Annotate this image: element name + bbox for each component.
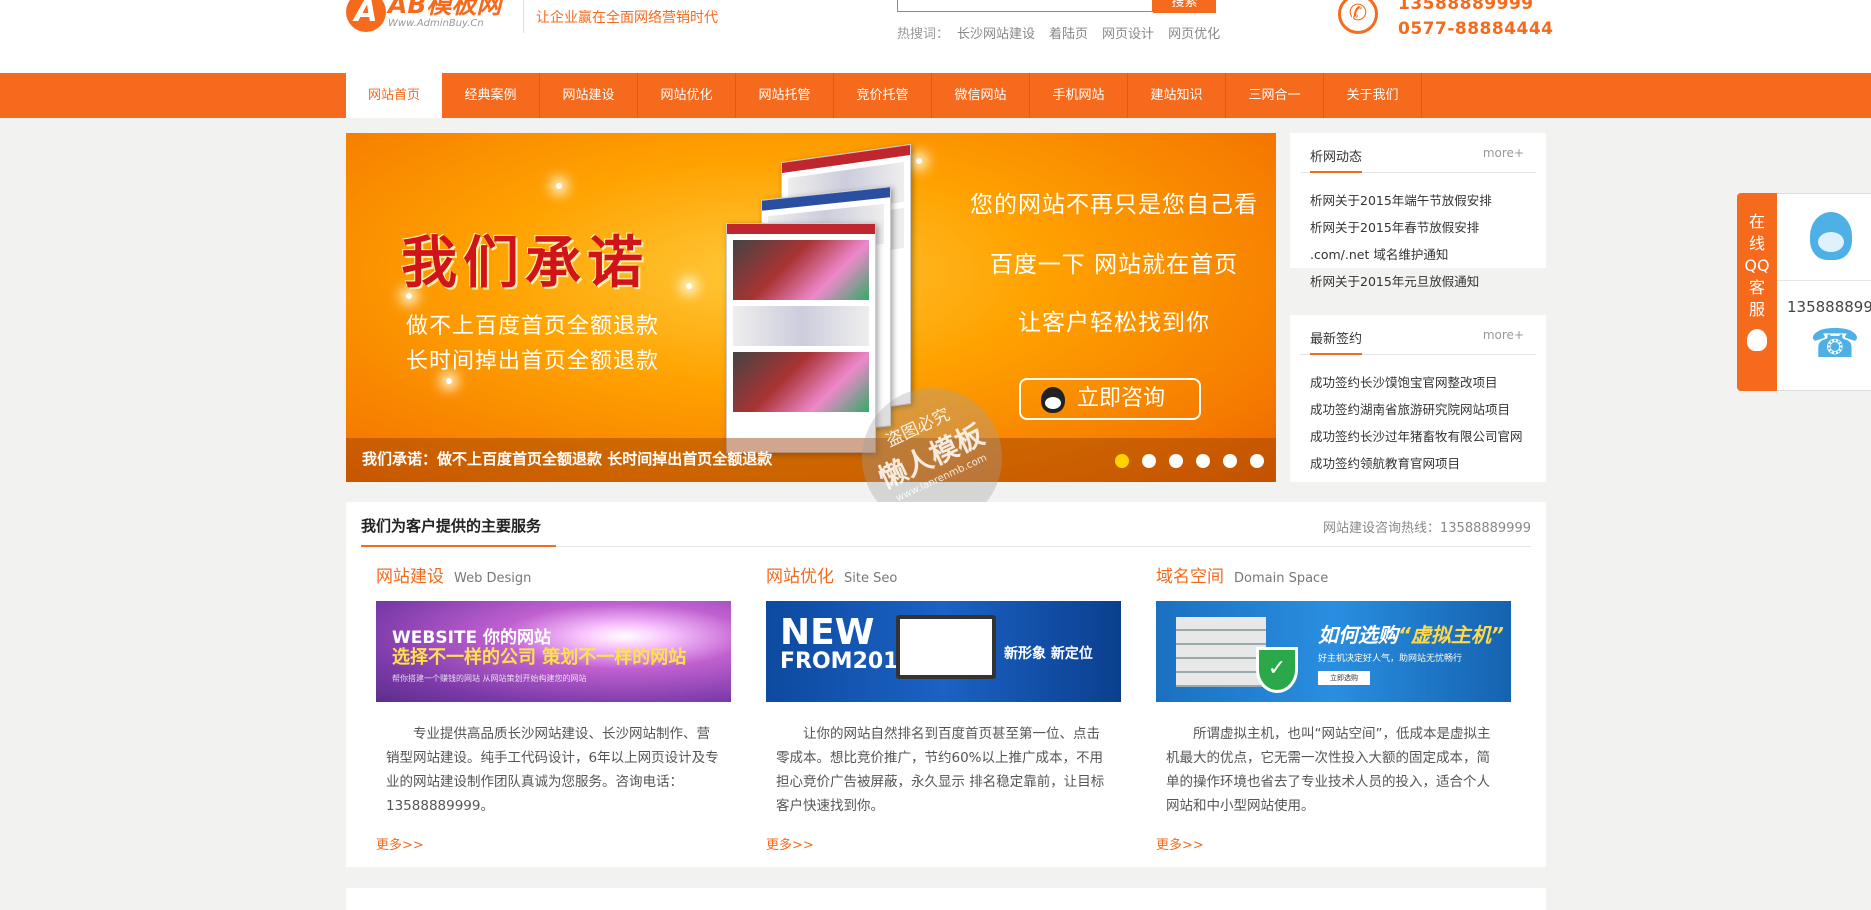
hot-label: 热搜词： xyxy=(897,27,950,42)
nav-item-ppc[interactable]: 竞价托管 xyxy=(834,73,932,118)
nav-item-knowledge[interactable]: 建站知识 xyxy=(1128,73,1226,118)
online-service-tab[interactable]: 在 线 QQ 客 服 xyxy=(1737,193,1777,391)
slider-dot-4[interactable] xyxy=(1196,454,1210,468)
signing-item[interactable]: 成功签约长沙过年猪畜牧有限公司官网 xyxy=(1310,423,1526,450)
banner-right-line: 让客户轻松找到你 xyxy=(1018,310,1210,336)
sparkle xyxy=(556,183,562,189)
hot-word-link[interactable]: 着陆页 xyxy=(1049,23,1088,42)
slider-dot-2[interactable] xyxy=(1142,454,1156,468)
service-image-web-design[interactable]: WEBSITE 你的网站 选择不一样的公司 策划不一样的网站 帮你搭建一个赚钱的… xyxy=(376,601,731,702)
signing-item[interactable]: 成功签约湖南省旅游研究院网站项目 xyxy=(1310,396,1526,423)
header-phones: 13588889999 0577-88884444 xyxy=(1398,0,1554,42)
slider-dot-5[interactable] xyxy=(1223,454,1237,468)
header: A AB模板网 Www.AdminBuy.Cn 让企业赢在全面网络营销时代 搜索… xyxy=(0,0,1871,73)
banner-caption-bar: 我们承诺：做不上百度首页全额退款 长时间掉出首页全额退款 xyxy=(346,438,1276,482)
header-phone-landline: 0577-88884444 xyxy=(1398,19,1554,39)
hot-word-link[interactable]: 网页优化 xyxy=(1168,23,1220,42)
consult-now-button[interactable]: 立即咨询 xyxy=(1019,378,1201,420)
telephone-icon[interactable]: ☎ xyxy=(1810,324,1860,364)
nav-item-cases[interactable]: 经典案例 xyxy=(442,73,540,118)
qq-penguin-icon[interactable] xyxy=(1810,212,1852,260)
logo[interactable]: A AB模板网 Www.AdminBuy.Cn xyxy=(346,0,501,36)
slider-dot-3[interactable] xyxy=(1169,454,1183,468)
service-description: 专业提供高品质长沙网站建设、长沙网站制作、营销型网站建设。纯手工代码设计，6年以… xyxy=(386,726,719,814)
news-item[interactable]: 析网关于2015年春节放假安排 xyxy=(1310,214,1526,241)
services-hotline: 网站建设咨询热线：13588889999 xyxy=(1323,521,1531,536)
search-button[interactable]: 搜索 xyxy=(1153,0,1216,13)
news-item[interactable]: .com/.net 域名维护通知 xyxy=(1310,241,1526,268)
news-item[interactable]: 析网关于2015年端午节放假安排 xyxy=(1310,187,1526,214)
security-shield-icon: ✓ xyxy=(1256,647,1298,693)
banner-line: 做不上百度首页全额退款 xyxy=(406,314,660,339)
service-image-seo[interactable]: NEW FROM2012 新形象 新定位 xyxy=(766,601,1121,702)
nav-item-home[interactable]: 网站首页 xyxy=(346,73,442,118)
signing-item[interactable]: 成功签约长沙馍饱宝官网整改项目 xyxy=(1310,369,1526,396)
banner-title: 我们承诺 xyxy=(401,230,649,296)
service-description: 让你的网站自然排名到百度首页甚至第一位、点击零成本。想比竞价推广，节约60%以上… xyxy=(776,726,1105,814)
slider-dot-6[interactable] xyxy=(1250,454,1264,468)
hot-word-link[interactable]: 网页设计 xyxy=(1102,23,1154,42)
header-phone-mobile: 13588889999 xyxy=(1398,0,1534,14)
server-rack-icon xyxy=(1176,617,1266,687)
main-services-section: 我们为客户提供的主要服务 网站建设咨询热线：13588889999 网站建设 We… xyxy=(346,502,1546,867)
logo-mark: A xyxy=(346,0,386,32)
nav-item-hosting[interactable]: 网站托管 xyxy=(736,73,834,118)
qq-icon xyxy=(1747,329,1767,351)
logo-url: Www.AdminBuy.Cn xyxy=(388,18,484,29)
nav-item-wechat[interactable]: 微信网站 xyxy=(932,73,1030,118)
main-nav: 网站首页 经典案例 网站建设 网站优化 网站托管 竞价托管 微信网站 手机网站 … xyxy=(0,73,1871,118)
service-title-en: Web Design xyxy=(454,571,532,586)
services-title: 我们为客户提供的主要服务 xyxy=(361,517,542,535)
service-more-link[interactable]: 更多>> xyxy=(376,834,732,853)
service-phone-number: 13588889999 xyxy=(1787,298,1871,316)
slider-dot-1[interactable] xyxy=(1115,454,1129,468)
service-description: 所谓虚拟主机，也叫“网站空间”，低成本是虚拟主机最大的优点，它无需一次性投入大额… xyxy=(1166,726,1491,814)
news-panel-title: 析网动态 xyxy=(1310,150,1363,165)
service-title-en: Domain Space xyxy=(1234,571,1329,586)
slider-dots xyxy=(1115,454,1264,468)
banner-right-line: 百度一下 网站就在首页 xyxy=(989,252,1239,278)
nav-item-three-in-one[interactable]: 三网合一 xyxy=(1226,73,1324,118)
service-title-en: Site Seo xyxy=(844,571,898,586)
hot-words: 热搜词： 长沙网站建设 着陆页 网页设计 网页优化 xyxy=(897,23,1234,42)
nav-item-web-build[interactable]: 网站建设 xyxy=(540,73,638,118)
next-section-box xyxy=(346,888,1546,910)
monitor-icon xyxy=(896,615,996,679)
news-item[interactable]: 析网关于2015年元旦放假通知 xyxy=(1310,268,1526,295)
news-more-link[interactable]: more+ xyxy=(1483,146,1524,160)
phone-icon: ✆ xyxy=(1338,0,1378,34)
banner-right-line: 您的网站不再只是您自己看 xyxy=(970,192,1258,218)
banner-caption: 我们承诺：做不上百度首页全额退款 长时间掉出首页全额退款 xyxy=(362,450,773,468)
sparkle xyxy=(686,283,692,289)
signing-item[interactable]: 成功签约领航教育官网项目 xyxy=(1310,450,1526,477)
news-panel: 析网动态 more+ 析网关于2015年端午节放假安排 析网关于2015年春节放… xyxy=(1290,133,1546,289)
sparkle xyxy=(446,378,452,384)
service-title[interactable]: 域名空间 xyxy=(1156,567,1224,587)
online-service-panel: 13588889999 ☎ xyxy=(1777,193,1871,391)
banner-slider[interactable]: 我们承诺 做不上百度首页全额退款 长时间掉出首页全额退款 您的网站不再只是您自己… xyxy=(346,133,1276,482)
slogan: 让企业赢在全面网络营销时代 xyxy=(536,10,718,26)
service-title[interactable]: 网站建设 xyxy=(376,567,444,587)
consult-now-label: 立即咨询 xyxy=(1077,386,1166,411)
logo-text: AB模板网 xyxy=(388,0,502,19)
signings-panel: 最新签约 more+ 成功签约长沙馍饱宝官网整改项目 成功签约湖南省旅游研究院网… xyxy=(1290,315,1546,482)
service-column-web-design: 网站建设 Web Design WEBSITE 你的网站 选择不一样的公司 策划不… xyxy=(376,562,732,853)
qq-icon xyxy=(1041,387,1065,413)
nav-item-about[interactable]: 关于我们 xyxy=(1324,73,1422,118)
hot-word-link[interactable]: 长沙网站建设 xyxy=(957,23,1035,42)
service-column-domain-space: 域名空间 Domain Space ✓ 如何选购“虚拟主机” 好主机决定好人气，助… xyxy=(1156,562,1512,853)
search-input[interactable] xyxy=(897,0,1153,12)
nav-item-mobile[interactable]: 手机网站 xyxy=(1030,73,1128,118)
banner-line: 长时间掉出首页全额退款 xyxy=(406,349,660,374)
signings-panel-title: 最新签约 xyxy=(1310,332,1363,347)
service-more-link[interactable]: 更多>> xyxy=(766,834,1122,853)
service-more-link[interactable]: 更多>> xyxy=(1156,834,1512,853)
signings-more-link[interactable]: more+ xyxy=(1483,328,1524,342)
service-column-seo: 网站优化 Site Seo NEW FROM2012 新形象 新定位 让你的网站自… xyxy=(766,562,1122,853)
service-image-domain-space[interactable]: ✓ 如何选购“虚拟主机” 好主机决定好人气，助网站无忧畅行 立即选购 xyxy=(1156,601,1511,702)
slogan-divider xyxy=(523,0,524,33)
nav-item-seo[interactable]: 网站优化 xyxy=(638,73,736,118)
service-title[interactable]: 网站优化 xyxy=(766,567,834,587)
